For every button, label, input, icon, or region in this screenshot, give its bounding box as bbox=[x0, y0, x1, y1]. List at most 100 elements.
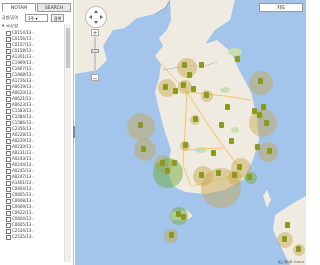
zoom-to-icon[interactable]: ⌕ bbox=[32, 127, 34, 131]
item-checkbox[interactable] bbox=[6, 54, 11, 60]
zoom-in-button[interactable]: + bbox=[91, 29, 99, 37]
zoom-to-icon[interactable]: ⌕ bbox=[32, 85, 34, 89]
zoom-to-icon[interactable]: ⌕ bbox=[32, 193, 34, 197]
item-checkbox[interactable] bbox=[6, 72, 11, 78]
item-checkbox[interactable] bbox=[6, 216, 11, 222]
zoom-to-icon[interactable]: ⌕ bbox=[32, 133, 34, 137]
zoom-track[interactable] bbox=[94, 37, 96, 73]
zoom-to-icon[interactable]: ⌕ bbox=[32, 169, 34, 173]
notam-code: A0623/13 bbox=[12, 102, 32, 107]
item-checkbox[interactable] bbox=[6, 144, 11, 150]
zoom-to-icon[interactable]: ⌕ bbox=[32, 205, 34, 209]
zoom-to-icon[interactable]: ⌕ bbox=[32, 199, 34, 203]
notam-marker-icon bbox=[211, 150, 216, 156]
notam-list: C0154/13⌕ C0156/13⌕ C0157/13⌕ C0158/13⌕ A130… bbox=[2, 30, 62, 240]
notam-code: C0608/13 bbox=[12, 198, 32, 203]
notam-marker-icon bbox=[264, 120, 269, 126]
item-checkbox[interactable] bbox=[6, 66, 11, 72]
zoom-to-icon[interactable]: ⌕ bbox=[32, 175, 34, 179]
zoom-to-icon[interactable]: ⌕ bbox=[32, 229, 34, 233]
notam-marker-icon bbox=[183, 142, 188, 148]
map-canvas[interactable] bbox=[75, 0, 306, 265]
zoom-slider-handle[interactable] bbox=[91, 49, 99, 53]
item-checkbox[interactable] bbox=[6, 48, 11, 54]
item-checkbox[interactable] bbox=[6, 174, 11, 180]
map-type-button[interactable]: 지도 bbox=[259, 3, 303, 12]
pan-control[interactable] bbox=[85, 6, 107, 28]
zoom-to-icon[interactable]: ⌕ bbox=[32, 37, 34, 41]
item-checkbox[interactable] bbox=[6, 150, 11, 156]
zoom-to-icon[interactable]: ⌕ bbox=[32, 73, 34, 77]
zoom-to-icon[interactable]: ⌕ bbox=[32, 79, 34, 83]
zoom-to-icon[interactable]: ⌕ bbox=[32, 163, 34, 167]
zoom-to-icon[interactable]: ⌕ bbox=[32, 49, 34, 53]
zoom-to-icon[interactable]: ⌕ bbox=[32, 181, 34, 185]
tab-search[interactable]: SEARCH bbox=[37, 3, 71, 12]
item-checkbox[interactable] bbox=[6, 126, 11, 132]
item-checkbox[interactable] bbox=[6, 156, 11, 162]
zoom-to-icon[interactable]: ⌕ bbox=[32, 145, 34, 149]
zoom-to-icon[interactable]: ⌕ bbox=[32, 217, 34, 221]
item-checkbox[interactable] bbox=[6, 114, 11, 120]
zoom-to-icon[interactable]: ⌕ bbox=[32, 157, 34, 161]
zoom-to-icon[interactable]: ⌕ bbox=[32, 31, 34, 35]
item-checkbox[interactable] bbox=[6, 168, 11, 174]
collapse-icon[interactable]: ▾ bbox=[2, 24, 4, 29]
zoom-out-button[interactable]: − bbox=[91, 74, 99, 82]
notam-marker-icon bbox=[160, 160, 165, 166]
notam-list-item[interactable]: C2535/13⌕ bbox=[2, 234, 62, 240]
zoom-to-icon[interactable]: ⌕ bbox=[32, 109, 34, 113]
zoom-to-icon[interactable]: ⌕ bbox=[32, 115, 34, 119]
item-checkbox[interactable] bbox=[6, 102, 11, 108]
notam-marker-icon bbox=[182, 62, 187, 68]
scrollbar-thumb[interactable] bbox=[66, 28, 70, 68]
notam-marker-icon bbox=[285, 222, 290, 228]
period-select[interactable]: 1주 ▾ bbox=[25, 14, 48, 22]
notam-code: C2534/13 bbox=[12, 228, 32, 233]
item-checkbox[interactable] bbox=[6, 78, 11, 84]
item-checkbox[interactable] bbox=[6, 162, 11, 168]
zoom-to-icon[interactable]: ⌕ bbox=[32, 121, 34, 125]
zoom-to-icon[interactable]: ⌕ bbox=[32, 91, 34, 95]
zoom-to-icon[interactable]: ⌕ bbox=[32, 97, 34, 101]
item-checkbox[interactable] bbox=[6, 234, 11, 240]
zoom-to-icon[interactable]: ⌕ bbox=[32, 103, 34, 107]
zoom-to-icon[interactable]: ⌕ bbox=[32, 67, 34, 71]
tab-notam[interactable]: NOTAM bbox=[2, 3, 36, 12]
zoom-to-icon[interactable]: ⌕ bbox=[32, 61, 34, 65]
sidebar-scrollbar[interactable] bbox=[64, 24, 71, 262]
item-checkbox[interactable] bbox=[6, 210, 11, 216]
item-checkbox[interactable] bbox=[6, 186, 11, 192]
zoom-to-icon[interactable]: ⌕ bbox=[32, 223, 34, 227]
item-checkbox[interactable] bbox=[6, 96, 11, 102]
item-checkbox[interactable] bbox=[6, 90, 11, 96]
zoom-to-icon[interactable]: ⌕ bbox=[32, 43, 34, 47]
search-button[interactable]: 검색 bbox=[51, 14, 64, 22]
zoom-to-icon[interactable]: ⌕ bbox=[32, 55, 34, 59]
zoom-to-icon[interactable]: ⌕ bbox=[32, 187, 34, 191]
notam-marker-icon bbox=[199, 172, 204, 178]
item-checkbox[interactable] bbox=[6, 120, 11, 126]
item-checkbox[interactable] bbox=[6, 204, 11, 210]
item-checkbox[interactable] bbox=[6, 60, 11, 66]
item-checkbox[interactable] bbox=[6, 84, 11, 90]
item-checkbox[interactable] bbox=[6, 198, 11, 204]
notam-code: A0620/13 bbox=[12, 90, 32, 95]
item-checkbox[interactable] bbox=[6, 180, 11, 186]
item-checkbox[interactable] bbox=[6, 138, 11, 144]
item-checkbox[interactable] bbox=[6, 36, 11, 42]
zoom-to-icon[interactable]: ⌕ bbox=[32, 139, 34, 143]
zoom-to-icon[interactable]: ⌕ bbox=[32, 235, 34, 239]
map-view[interactable]: + − 지도 지도 데이터 ©2013 bbox=[75, 0, 306, 265]
item-checkbox[interactable] bbox=[6, 108, 11, 114]
item-checkbox[interactable] bbox=[6, 228, 11, 234]
zoom-to-icon[interactable]: ⌕ bbox=[32, 211, 34, 215]
notam-code: C0605/13 bbox=[12, 192, 32, 197]
item-checkbox[interactable] bbox=[6, 132, 11, 138]
item-checkbox[interactable] bbox=[6, 192, 11, 198]
park-area bbox=[231, 127, 239, 133]
zoom-to-icon[interactable]: ⌕ bbox=[32, 151, 34, 155]
item-checkbox[interactable] bbox=[6, 222, 11, 228]
item-checkbox[interactable] bbox=[6, 30, 11, 36]
item-checkbox[interactable] bbox=[6, 42, 11, 48]
